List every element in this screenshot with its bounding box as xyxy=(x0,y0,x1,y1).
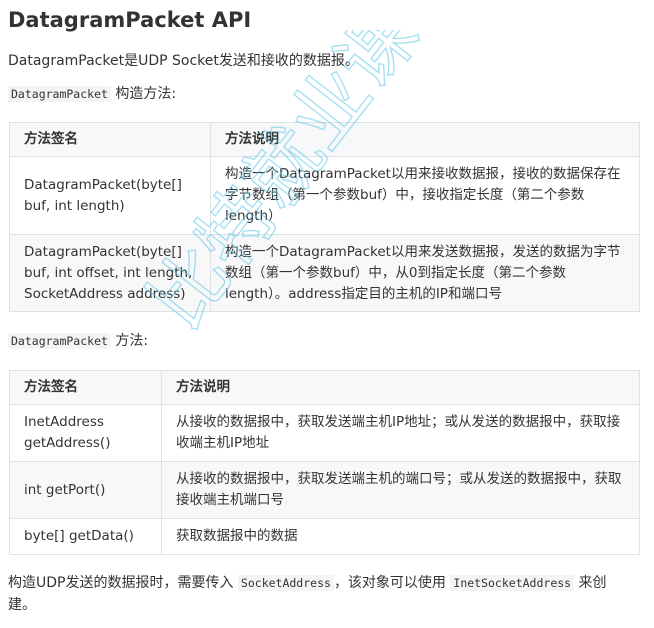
table-row: byte[] getData() 获取数据报中的数据 xyxy=(9,518,640,555)
footer-code-inetsocketaddress: InetSocketAddress xyxy=(450,575,575,591)
column-header-signature: 方法签名 xyxy=(9,370,162,405)
methods-heading: DatagramPacket 方法: xyxy=(8,330,148,352)
description-cell: 从接收的数据报中，获取发送端主机的端口号；或从发送的数据报中，获取接收端主机端口… xyxy=(161,461,640,519)
table-header-row: 方法签名 方法说明 xyxy=(9,370,640,405)
footer-code-socketaddress: SocketAddress xyxy=(237,575,334,591)
signature-cell: InetAddress getAddress() xyxy=(9,404,162,462)
footer-paragraph: 构造UDP发送的数据报时，需要传入 SocketAddress ，该对象可以使用 … xyxy=(8,572,633,616)
signature-cell: byte[] getData() xyxy=(9,518,162,555)
signature-cell: DatagramPacket(byte[] buf, int length) xyxy=(9,156,211,235)
signature-cell: int getPort() xyxy=(9,461,162,519)
methods-table: 方法签名 方法说明 InetAddress getAddress() 从接收的数… xyxy=(9,370,640,555)
intro-paragraph: DatagramPacket是UDP Socket发送和接收的数据报。 xyxy=(8,53,359,69)
description-cell: 构造一个DatagramPacket以用来发送数据报，发送的数据为字节数组（第一… xyxy=(210,234,640,312)
constructor-table: 方法签名 方法说明 DatagramPacket(byte[] buf, int… xyxy=(9,122,640,312)
column-header-signature: 方法签名 xyxy=(9,122,211,157)
methods-heading-text: 方法: xyxy=(110,333,149,349)
table-row: int getPort() 从接收的数据报中，获取发送端主机的端口号；或从发送的… xyxy=(9,461,640,519)
table-row: InetAddress getAddress() 从接收的数据报中，获取发送端主… xyxy=(9,404,640,462)
column-header-description: 方法说明 xyxy=(210,122,640,157)
footer-text-2: ，该对象可以使用 xyxy=(333,575,451,591)
footer-text-1: 构造UDP发送的数据报时，需要传入 xyxy=(8,575,238,591)
table-header-row: 方法签名 方法说明 xyxy=(9,122,640,157)
description-cell: 从接收的数据报中，获取发送端主机IP地址；或从发送的数据报中，获取接收端主机IP… xyxy=(161,404,640,462)
ctor-heading-text: 构造方法: xyxy=(110,86,177,102)
page-title: DatagramPacket API xyxy=(8,8,252,32)
ctor-heading: DatagramPacket 构造方法: xyxy=(8,83,176,105)
description-cell: 获取数据报中的数据 xyxy=(161,518,640,555)
methods-heading-code: DatagramPacket xyxy=(8,333,111,349)
ctor-heading-code: DatagramPacket xyxy=(8,86,111,102)
signature-cell: DatagramPacket(byte[] buf, int offset, i… xyxy=(9,234,211,312)
description-cell: 构造一个DatagramPacket以用来接收数据报，接收的数据保存在字节数组（… xyxy=(210,156,640,235)
column-header-description: 方法说明 xyxy=(161,370,640,405)
table-row: DatagramPacket(byte[] buf, int offset, i… xyxy=(9,234,640,312)
table-row: DatagramPacket(byte[] buf, int length) 构… xyxy=(9,156,640,235)
